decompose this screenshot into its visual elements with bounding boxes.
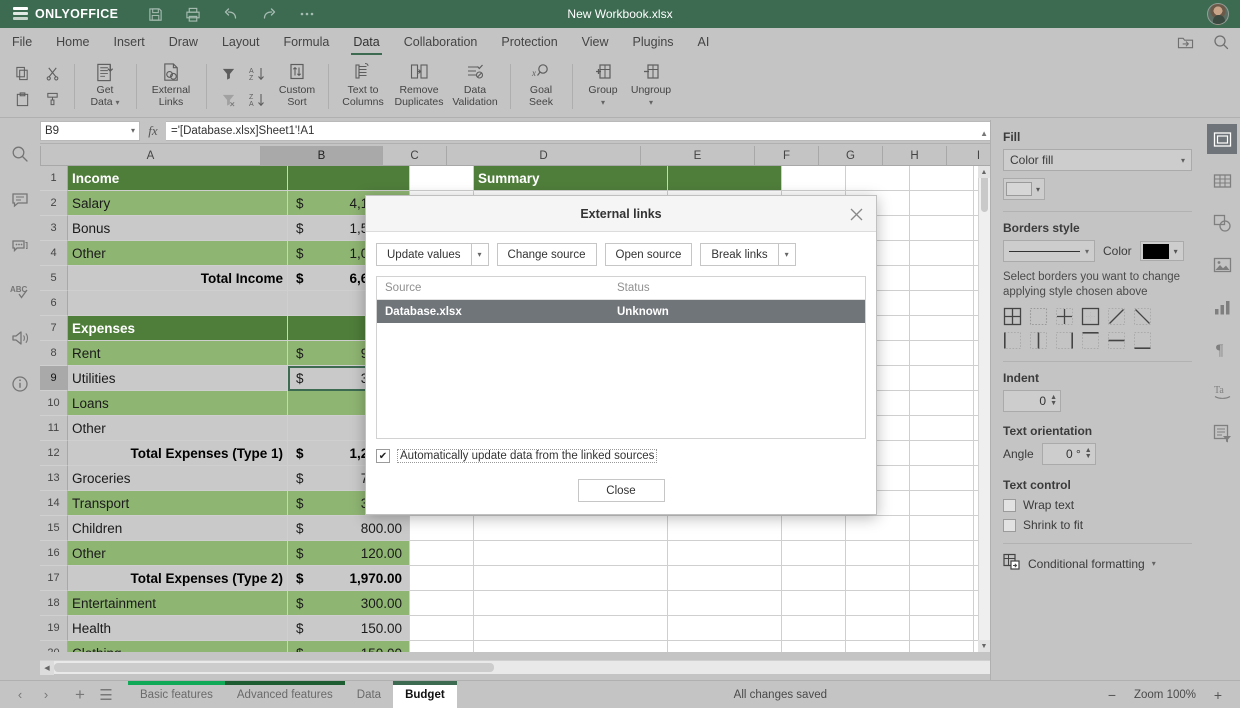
sheet-tab-advanced-features[interactable]: Advanced features [225, 681, 345, 708]
sheet-tab-budget[interactable]: Budget [393, 681, 457, 708]
sheet-list-icon[interactable]: ☰ [94, 683, 118, 707]
listbox-header: Source Status [377, 277, 865, 300]
break-links-button[interactable]: Break links [700, 243, 777, 266]
dialog-overlay: External links Update values ▾ Change so… [0, 0, 1240, 708]
onlyoffice-spreadsheet-app: ONLYOFFICE New Workbook.xlsx File Home [0, 0, 1240, 708]
close-button-wrap: Close [376, 479, 866, 502]
sheet-tabs: Basic features Advanced features Data Budge… [128, 681, 457, 708]
update-values-split-button: Update values ▾ [376, 243, 489, 266]
external-links-dialog: External links Update values ▾ Change so… [365, 195, 877, 515]
sheet-tab-label: Basic features [140, 689, 213, 701]
zoom-controls: − Zoom 100% + [1104, 687, 1240, 703]
update-values-dropdown-icon[interactable]: ▾ [471, 243, 489, 266]
dialog-body: Update values ▾ Change source Open sourc… [366, 232, 876, 439]
links-listbox[interactable]: Source Status Database.xlsx Unknown [376, 276, 866, 439]
break-links-dropdown-icon[interactable]: ▾ [778, 243, 796, 266]
sheet-tab-label: Budget [405, 689, 445, 701]
sheet-tab-color-bar [393, 681, 457, 685]
sheet-tab-basic-features[interactable]: Basic features [128, 681, 225, 708]
zoom-level[interactable]: Zoom 100% [1134, 689, 1196, 701]
dialog-header: External links [366, 196, 876, 232]
next-sheet-icon[interactable]: › [34, 683, 58, 707]
status-bar: ‹ › + ☰ Basic features Advanced features D… [0, 680, 1240, 708]
zoom-out-button[interactable]: − [1104, 687, 1120, 703]
auto-update-label: Automatically update data from the linke… [397, 449, 657, 463]
table-row[interactable]: Database.xlsx Unknown [377, 300, 865, 323]
dialog-footer: ✔ Automatically update data from the lin… [366, 439, 876, 514]
sheet-tab-label: Data [357, 689, 381, 701]
column-header-status: Status [617, 282, 865, 294]
dialog-action-buttons: Update values ▾ Change source Open sourc… [376, 243, 866, 266]
checkmark-icon: ✔ [379, 451, 387, 462]
auto-update-row[interactable]: ✔ Automatically update data from the lin… [376, 449, 866, 463]
close-icon[interactable] [846, 204, 866, 224]
auto-update-checkbox[interactable]: ✔ [376, 449, 390, 463]
change-source-button[interactable]: Change source [497, 243, 597, 266]
open-source-button[interactable]: Open source [605, 243, 693, 266]
cell-source: Database.xlsx [377, 306, 617, 318]
cell-status: Unknown [617, 306, 865, 318]
sheet-tab-color-bar [128, 681, 225, 685]
column-header-source: Source [377, 282, 617, 294]
sheet-tab-data[interactable]: Data [345, 681, 393, 708]
close-button[interactable]: Close [578, 479, 665, 502]
break-links-split-button: Break links ▾ [700, 243, 795, 266]
sheet-nav: ‹ › + ☰ [0, 683, 118, 707]
dialog-title: External links [580, 207, 661, 221]
sheet-tab-color-bar [225, 681, 345, 685]
sheet-tab-label: Advanced features [237, 689, 333, 701]
sheet-tab-color-bar [345, 681, 393, 685]
zoom-in-button[interactable]: + [1210, 687, 1226, 703]
add-sheet-icon[interactable]: + [68, 683, 92, 707]
prev-sheet-icon[interactable]: ‹ [8, 683, 32, 707]
update-values-button[interactable]: Update values [376, 243, 471, 266]
save-status: All changes saved [457, 689, 1104, 701]
